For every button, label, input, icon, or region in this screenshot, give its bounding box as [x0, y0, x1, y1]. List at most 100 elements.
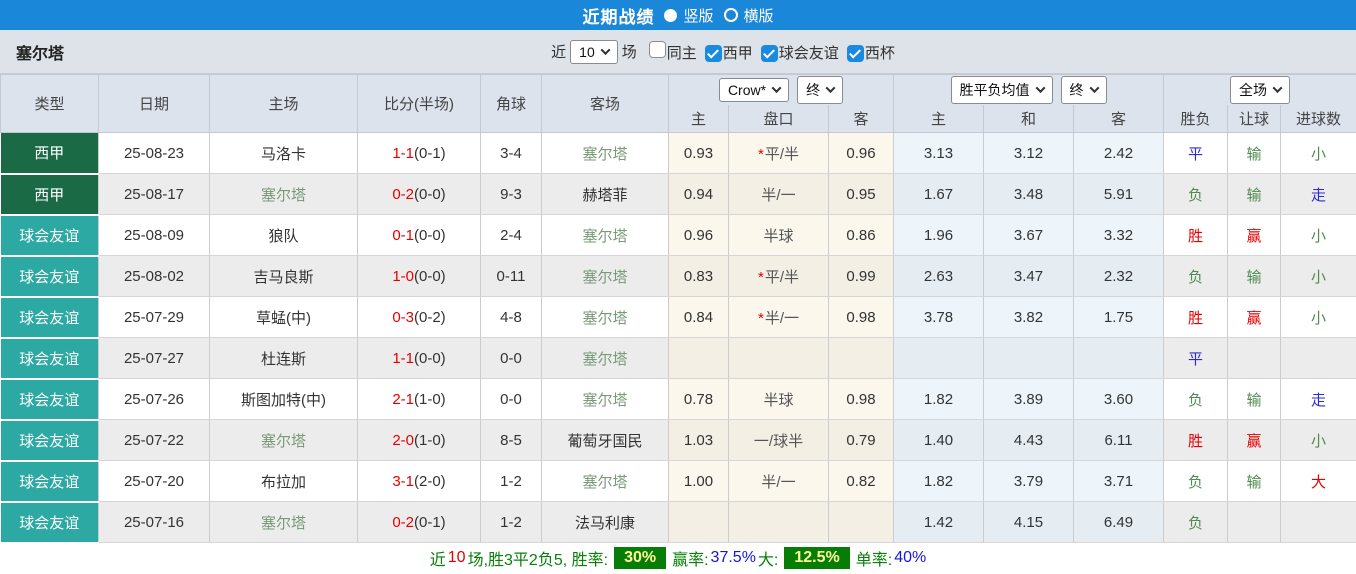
away-team[interactable]: 塞尔塔	[541, 337, 669, 379]
away-team[interactable]: 塞尔塔	[541, 255, 669, 297]
sub-header-eu-home: 主	[893, 104, 985, 133]
layout-radio-horizontal[interactable]: 横版	[723, 5, 774, 26]
result-wdl: 胜	[1163, 296, 1229, 338]
ah-away-odds: 0.99	[828, 255, 895, 297]
eu-away-odds: 3.60	[1073, 378, 1165, 420]
eu-away-odds: 6.49	[1073, 501, 1165, 543]
sub-header-ah-home: 主	[668, 104, 729, 133]
match-type-badge: 球会友谊	[0, 378, 99, 421]
away-team[interactable]: 塞尔塔	[541, 132, 669, 174]
ah-line: *平/半	[728, 132, 829, 174]
away-team[interactable]: 塞尔塔	[541, 378, 669, 420]
result-handicap-text: 赢	[1246, 227, 1262, 245]
home-team[interactable]: 狼队	[209, 214, 358, 256]
handicap-company-select[interactable]: Crow*	[718, 77, 790, 102]
summary-bar: 近 10 场,胜3平2负5, 胜率: 30% 赢率: 37.5% 大: 12.5% 单率: 40%	[0, 543, 1356, 572]
home-team[interactable]: 布拉加	[209, 460, 358, 502]
radio-horizontal-label[interactable]: 横版	[744, 5, 774, 26]
away-team[interactable]: 塞尔塔	[541, 296, 669, 338]
home-team[interactable]: 马洛卡	[209, 132, 358, 174]
ah-line-text: 半/一	[761, 186, 796, 204]
fulltime-score: 1-1	[392, 349, 414, 367]
halftime-score: (0-2)	[414, 308, 446, 326]
result-goals: 走	[1280, 378, 1356, 420]
chevron-down-icon	[1035, 83, 1045, 94]
home-team[interactable]: 塞尔塔	[209, 173, 358, 215]
match-score: 1-1(0-0)	[357, 337, 481, 379]
match-count-select[interactable]: 10	[570, 39, 618, 64]
result-wdl: 负	[1163, 501, 1229, 543]
sub-header-ah-away: 客	[827, 104, 895, 133]
away-team[interactable]: 法马利康	[541, 501, 669, 543]
corner-score: 4-8	[480, 296, 542, 338]
table-row: 球会友谊 25-08-02 吉马良斯 1-0(0-0) 0-11 塞尔塔 0.83 *平/半 0…	[0, 255, 1356, 298]
result-handicap	[1227, 501, 1282, 543]
eu-home-odds: 1.40	[893, 419, 985, 461]
result-handicap-text: 输	[1246, 268, 1262, 286]
result-handicap-text: 输	[1246, 186, 1262, 204]
checkbox-unchecked[interactable]	[648, 40, 666, 58]
result-wdl: 负	[1163, 460, 1229, 502]
away-team[interactable]: 赫塔菲	[541, 173, 669, 215]
match-type-badge: 西甲	[0, 132, 99, 175]
summary-segment-badge: 12.5%	[784, 546, 850, 569]
away-team[interactable]: 塞尔塔	[541, 214, 669, 256]
home-team[interactable]: 草蜢(中)	[209, 296, 358, 338]
match-type-badge: 球会友谊	[0, 501, 99, 544]
eu-draw-odds: 3.79	[983, 460, 1075, 502]
ah-line-text: 半球	[763, 227, 794, 245]
radio-selected-icon[interactable]	[664, 8, 678, 22]
away-team[interactable]: 塞尔塔	[541, 460, 669, 502]
home-team[interactable]: 塞尔塔	[209, 501, 358, 543]
halftime-score: (0-1)	[414, 513, 446, 531]
summary-segment-badge: 30%	[614, 546, 667, 569]
home-team[interactable]: 斯图加特(中)	[209, 378, 358, 420]
radio-unselected-icon[interactable]	[723, 8, 738, 22]
home-team[interactable]: 塞尔塔	[209, 419, 358, 461]
ah-away-odds: 0.98	[828, 378, 895, 420]
table-row: 球会友谊 25-07-20 布拉加 3-1(2-0) 1-2 塞尔塔 1.00 半/一 0.82…	[0, 460, 1356, 503]
match-score: 0-2(0-0)	[357, 173, 481, 215]
corner-score: 9-3	[480, 173, 542, 215]
ah-line-text: 平/半	[764, 268, 799, 286]
page-title: 近期战绩	[582, 7, 655, 27]
corner-score: 8-5	[480, 419, 542, 461]
away-team[interactable]: 葡萄牙国民	[541, 419, 669, 461]
result-group-header: 全场	[1163, 74, 1356, 105]
result-goals: 小	[1280, 255, 1356, 297]
checkbox-label[interactable]: 西杯	[865, 45, 895, 62]
handicap-time-select[interactable]: 终	[797, 75, 844, 104]
radio-vertical-label[interactable]: 竖版	[683, 5, 713, 26]
checkbox-checked[interactable]	[704, 44, 722, 62]
match-date: 25-08-23	[98, 132, 210, 174]
result-handicap: 输	[1227, 173, 1282, 215]
corner-score: 0-0	[480, 378, 542, 420]
chevron-down-icon	[1272, 83, 1283, 94]
checkbox-label[interactable]: 球会友谊	[779, 45, 839, 62]
layout-radio-vertical[interactable]: 竖版	[664, 5, 714, 26]
match-type-badge: 球会友谊	[0, 255, 99, 298]
result-goals: 走	[1280, 173, 1356, 215]
checkbox-label[interactable]: 同主	[667, 45, 697, 62]
home-team[interactable]: 吉马良斯	[209, 255, 358, 297]
sub-header-eu-draw: 和	[983, 104, 1075, 133]
odds-company-select[interactable]: 胜平负均值	[950, 75, 1053, 104]
eu-away-odds: 1.75	[1073, 296, 1165, 338]
result-wdl: 胜	[1163, 214, 1229, 256]
checkbox-checked[interactable]	[760, 44, 778, 62]
result-handicap-text: 赢	[1246, 309, 1262, 327]
checkbox-label[interactable]: 西甲	[723, 45, 753, 62]
corner-score: 1-2	[480, 460, 542, 502]
chevron-down-icon	[825, 83, 836, 94]
corner-score: 1-2	[480, 501, 542, 543]
eu-away-odds: 5.91	[1073, 173, 1165, 215]
checkbox-checked[interactable]	[846, 44, 864, 62]
odds-time-select[interactable]: 终	[1060, 75, 1107, 104]
fulltime-score: 0-3	[392, 308, 414, 326]
ah-away-odds: 0.79	[828, 419, 895, 461]
col-header-type: 类型	[0, 74, 99, 133]
match-type-badge: 西甲	[0, 173, 99, 216]
scope-select[interactable]: 全场	[1230, 75, 1291, 104]
games-label: 场	[621, 44, 637, 61]
home-team[interactable]: 杜连斯	[209, 337, 358, 379]
